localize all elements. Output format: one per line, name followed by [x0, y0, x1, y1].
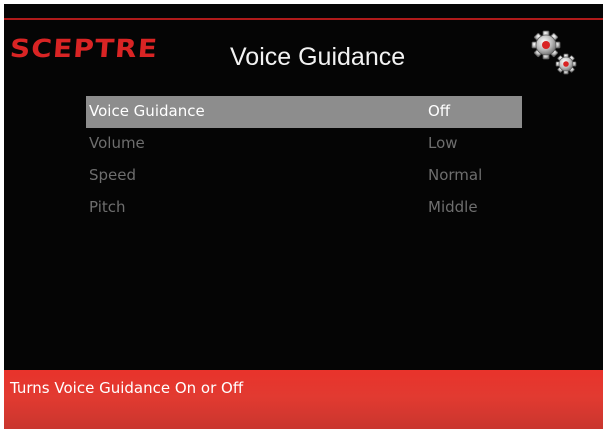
menu-item-value: Low	[428, 134, 458, 152]
menu-item-volume[interactable]: Volume Low	[86, 128, 522, 160]
menu-item-voice-guidance[interactable]: Voice Guidance Off	[86, 96, 522, 128]
help-bar: Turns Voice Guidance On or Off	[4, 370, 603, 429]
menu-item-value: Middle	[428, 198, 478, 216]
gear-icon	[530, 30, 578, 76]
help-text: Turns Voice Guidance On or Off	[10, 379, 244, 397]
menu-item-label: Pitch	[89, 198, 126, 216]
menu-item-label: Speed	[89, 166, 137, 184]
voice-guidance-menu: Voice Guidance Off Volume Low Speed Norm…	[86, 96, 522, 224]
menu-item-value: Normal	[428, 166, 483, 184]
menu-item-value: Off	[428, 102, 451, 120]
menu-item-label: Voice Guidance	[89, 102, 205, 120]
screen: SCEPTRE Voice Guidance Voice Guidance Of…	[0, 0, 603, 433]
sceptre-logo: SCEPTRE	[8, 34, 160, 63]
tv-menu-screen: SCEPTRE Voice Guidance Voice Guidance Of…	[4, 4, 603, 429]
menu-item-speed[interactable]: Speed Normal	[86, 160, 522, 192]
menu-item-label: Volume	[89, 134, 145, 152]
page-title: Voice Guidance	[230, 43, 406, 71]
menu-item-pitch[interactable]: Pitch Middle	[86, 192, 522, 224]
top-divider	[4, 18, 603, 20]
